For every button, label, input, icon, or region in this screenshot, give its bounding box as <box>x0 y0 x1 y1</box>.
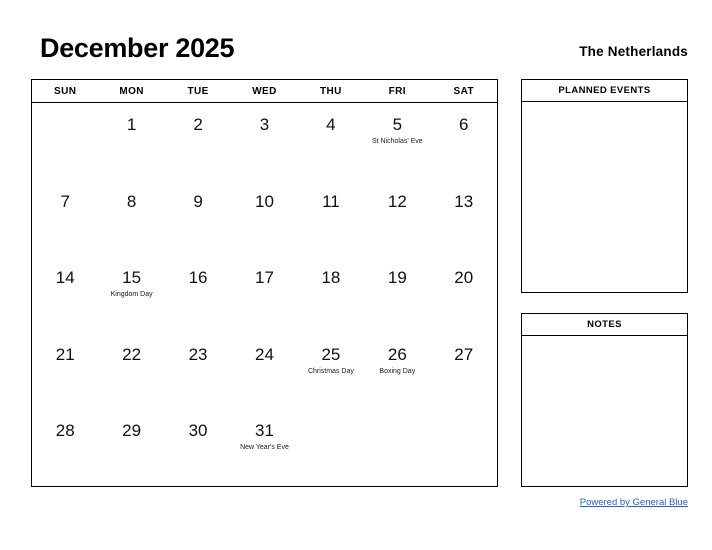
day-cell-16[interactable]: 16 <box>165 256 231 333</box>
calendar-grid: SUN MON TUE WED THU FRI SAT 1 2 3 4 5 St Nicholas' … <box>31 79 498 487</box>
notes-title: NOTES <box>522 314 687 336</box>
powered-by-link[interactable]: Powered by General Blue <box>580 497 688 508</box>
day-event-label: Boxing Day <box>379 367 416 375</box>
weekday-header-tue: TUE <box>187 85 209 97</box>
day-number: 13 <box>454 191 474 211</box>
day-number: 24 <box>255 344 274 364</box>
day-number: 10 <box>255 191 274 211</box>
planned-events-title: PLANNED EVENTS <box>522 80 687 102</box>
day-cell-2[interactable]: 2 <box>165 103 231 180</box>
day-number: 8 <box>126 191 137 211</box>
day-cell-7[interactable]: 7 <box>32 180 98 257</box>
day-number: 5 <box>392 115 403 134</box>
day-number: 25 <box>321 344 341 364</box>
planned-events-body[interactable] <box>522 102 687 292</box>
day-cell-11[interactable]: 11 <box>298 180 364 257</box>
notes-body[interactable] <box>522 336 687 486</box>
day-cell-3[interactable]: 3 <box>231 103 297 180</box>
day-cell-18[interactable]: 18 <box>298 256 364 333</box>
day-cell-empty <box>431 409 497 486</box>
day-event-label: Christmas Day <box>307 367 354 375</box>
day-number: 21 <box>55 344 75 364</box>
day-cell-30[interactable]: 30 <box>165 409 231 486</box>
day-number: 22 <box>122 344 142 364</box>
day-number: 23 <box>188 344 208 364</box>
day-cell-17[interactable]: 17 <box>231 256 297 333</box>
day-number: 20 <box>454 268 474 288</box>
day-cell-10[interactable]: 10 <box>231 180 297 257</box>
day-cell-6[interactable]: 6 <box>431 103 497 180</box>
day-cell-1[interactable]: 1 <box>98 103 164 180</box>
day-cell-27[interactable]: 27 <box>431 333 497 410</box>
notes-panel: NOTES <box>521 313 688 487</box>
day-number: 31 <box>255 421 274 441</box>
day-number: 9 <box>193 191 203 211</box>
weekday-header-wed: WED <box>252 85 277 97</box>
calendar-weeks: 1 2 3 4 5 St Nicholas' Eve 6 7 8 9 10 11 12 13 14 15 Kin… <box>32 103 497 486</box>
weekday-header-row: SUN MON TUE WED THU FRI SAT <box>32 80 497 103</box>
day-number: 2 <box>193 115 203 134</box>
weekday-header-fri: FRI <box>388 85 406 97</box>
day-number: 16 <box>188 268 208 288</box>
day-cell-22[interactable]: 22 <box>98 333 164 410</box>
day-number: 17 <box>255 268 274 288</box>
day-cell-25[interactable]: 25 Christmas Day <box>298 333 364 410</box>
day-cell-24[interactable]: 24 <box>231 333 297 410</box>
day-event-label: Kingdom Day <box>110 291 153 299</box>
day-event-label: New Year's Eve <box>240 444 289 452</box>
day-cell-4[interactable]: 4 <box>298 103 364 180</box>
day-cell-14[interactable]: 14 <box>32 256 98 333</box>
day-number: 1 <box>126 115 137 134</box>
day-number: 18 <box>321 268 341 288</box>
day-number: 27 <box>454 344 474 364</box>
day-number: 14 <box>55 268 75 288</box>
day-cell-31[interactable]: 31 New Year's Eve <box>231 409 297 486</box>
day-number: 30 <box>188 421 208 441</box>
week-row: 14 15 Kingdom Day 16 17 18 19 20 <box>32 256 497 333</box>
day-number: 11 <box>322 191 340 211</box>
day-number: 4 <box>326 115 336 134</box>
day-cell-9[interactable]: 9 <box>165 180 231 257</box>
day-cell-28[interactable]: 28 <box>32 409 98 486</box>
region-title: The Netherlands <box>579 44 688 59</box>
day-number: 19 <box>387 268 407 288</box>
day-cell-21[interactable]: 21 <box>32 333 98 410</box>
day-cell-8[interactable]: 8 <box>98 180 164 257</box>
day-cell-5[interactable]: 5 St Nicholas' Eve <box>364 103 430 180</box>
day-cell-empty <box>364 409 430 486</box>
day-cell-20[interactable]: 20 <box>431 256 497 333</box>
day-cell-empty <box>298 409 364 486</box>
day-cell-23[interactable]: 23 <box>165 333 231 410</box>
day-cell-13[interactable]: 13 <box>431 180 497 257</box>
day-number: 15 <box>122 268 142 288</box>
day-cell-26[interactable]: 26 Boxing Day <box>364 333 430 410</box>
day-number: 29 <box>122 421 142 441</box>
day-number: 28 <box>55 421 75 441</box>
day-event-label: St Nicholas' Eve <box>371 138 423 145</box>
week-row: 21 22 23 24 25 Christmas Day 26 Boxing Day 27 <box>32 333 497 410</box>
page-title: December 2025 <box>40 33 235 63</box>
weekday-header-thu: THU <box>320 85 342 97</box>
weekday-header-sun: SUN <box>54 85 77 97</box>
day-number: 7 <box>60 191 70 211</box>
day-number: 6 <box>459 115 469 134</box>
weekday-header-mon: MON <box>119 85 144 97</box>
week-row: 7 8 9 10 11 12 13 <box>32 180 497 257</box>
planned-events-panel: PLANNED EVENTS <box>521 79 688 293</box>
day-cell-29[interactable]: 29 <box>98 409 164 486</box>
day-cell-12[interactable]: 12 <box>364 180 430 257</box>
day-cell-19[interactable]: 19 <box>364 256 430 333</box>
week-row: 1 2 3 4 5 St Nicholas' Eve 6 <box>32 103 497 180</box>
weekday-header-sat: SAT <box>453 85 474 97</box>
day-number: 26 <box>387 344 407 364</box>
day-number: 3 <box>259 115 270 134</box>
day-cell-15[interactable]: 15 Kingdom Day <box>98 256 164 333</box>
week-row: 28 29 30 31 New Year's Eve <box>32 409 497 486</box>
day-number: 12 <box>387 191 407 211</box>
day-cell-empty <box>32 103 98 180</box>
